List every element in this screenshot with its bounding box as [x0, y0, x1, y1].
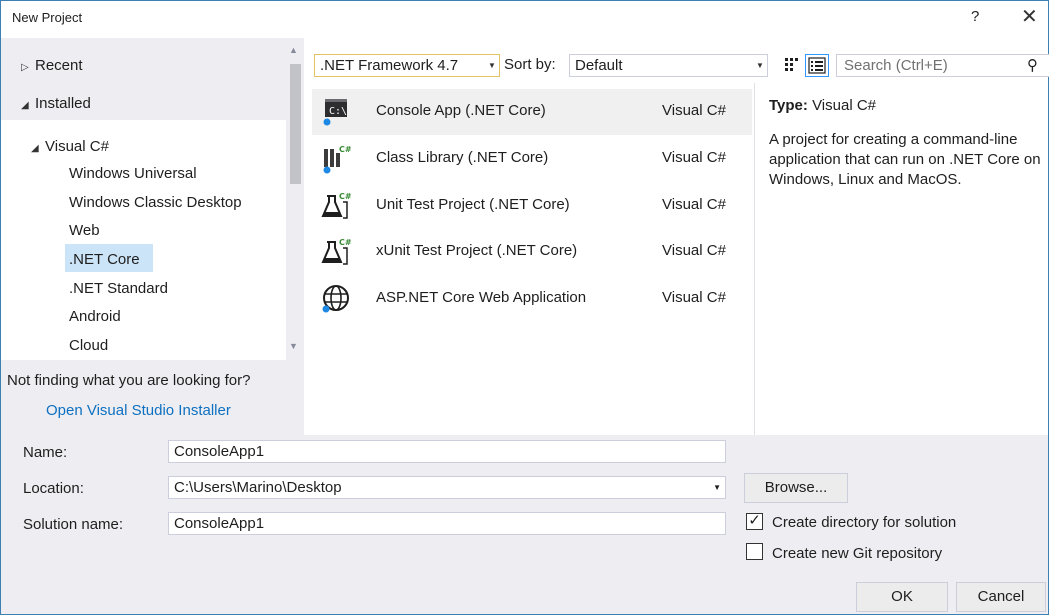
sort-dropdown[interactable]: Default ▼ — [569, 54, 768, 77]
tree-item-net-standard[interactable]: .NET Standard — [69, 280, 168, 297]
tree-white-area — [1, 120, 286, 360]
search-input[interactable]: Search (Ctrl+E) ⚲ — [836, 54, 1049, 77]
search-placeholder: Search (Ctrl+E) — [844, 57, 948, 74]
solution-name-label: Solution name: — [23, 516, 124, 533]
template-language: Visual C# — [662, 196, 726, 213]
framework-value: .NET Framework 4.7 — [320, 57, 459, 74]
browse-button[interactable]: Browse... — [744, 473, 848, 503]
svg-text:C#: C# — [339, 192, 351, 201]
create-git-checkbox[interactable] — [746, 543, 763, 560]
description-type: Type: Visual C# — [769, 97, 876, 114]
sort-value: Default — [575, 57, 623, 74]
list-view-icon[interactable] — [805, 54, 829, 77]
tree-node-installed[interactable]: ◢ Installed — [21, 95, 91, 112]
help-button[interactable]: ? — [971, 8, 979, 25]
not-finding-text: Not finding what you are looking for? — [7, 372, 251, 389]
xunit-test-icon: C# — [321, 236, 352, 268]
chevron-down-icon: ◢ — [21, 100, 29, 111]
tree-item-web[interactable]: Web — [69, 222, 100, 239]
class-library-icon: C# — [321, 143, 352, 175]
template-name: xUnit Test Project (.NET Core) — [376, 242, 578, 259]
template-language: Visual C# — [662, 289, 726, 306]
chevron-down-icon: ◢ — [31, 143, 39, 154]
location-label: Location: — [23, 480, 84, 497]
dropdown-arrow-icon[interactable]: ▼ — [713, 479, 721, 496]
create-git-label: Create new Git repository — [772, 545, 943, 562]
window-title: New Project — [12, 10, 83, 25]
project-form: Name: ConsoleApp1 Location: C:\Users\Mar… — [1, 435, 1048, 614]
close-button[interactable]: ✕ — [1021, 4, 1038, 29]
template-name: ASP.NET Core Web Application — [376, 289, 587, 306]
location-field[interactable]: C:\Users\Marino\Desktop ▼ — [168, 476, 726, 499]
tree-item-android[interactable]: Android — [69, 308, 121, 325]
name-value: ConsoleApp1 — [174, 443, 265, 460]
location-value: C:\Users\Marino\Desktop — [174, 479, 342, 496]
template-row-aspnet-core[interactable]: ASP.NET Core Web Application Visual C# — [312, 276, 752, 322]
tree-item-windows-classic-desktop[interactable]: Windows Classic Desktop — [69, 194, 242, 211]
tree-item-cloud[interactable]: Cloud — [69, 337, 108, 354]
template-list: C:\ Console App (.NET Core) Visual C# C#… — [312, 83, 755, 435]
type-value: Visual C# — [812, 97, 877, 114]
tree-node-recent[interactable]: ▷ Recent — [21, 57, 83, 74]
title-bar: New Project ? ✕ — [1, 1, 1048, 38]
template-language: Visual C# — [662, 102, 726, 119]
globe-icon — [321, 283, 351, 315]
unit-test-icon: C# — [321, 190, 352, 222]
template-name: Unit Test Project (.NET Core) — [376, 196, 570, 213]
solution-name-field[interactable]: ConsoleApp1 — [168, 512, 726, 535]
dropdown-arrow-icon: ▼ — [756, 61, 764, 70]
svg-text:C:\: C:\ — [329, 106, 347, 117]
template-name: Class Library (.NET Core) — [376, 149, 549, 166]
tree-item-windows-universal[interactable]: Windows Universal — [69, 165, 197, 182]
console-app-icon: C:\ — [321, 96, 351, 128]
cancel-button[interactable]: Cancel — [956, 582, 1046, 612]
svg-text:C#: C# — [339, 145, 351, 154]
template-row-class-library[interactable]: C# Class Library (.NET Core) Visual C# — [312, 136, 752, 182]
solution-name-value: ConsoleApp1 — [174, 515, 265, 532]
name-field[interactable]: ConsoleApp1 — [168, 440, 726, 463]
ok-button[interactable]: OK — [856, 582, 948, 612]
dropdown-arrow-icon: ▼ — [488, 61, 496, 70]
open-installer-link[interactable]: Open Visual Studio Installer — [46, 402, 231, 419]
grid-view-icon[interactable] — [781, 54, 803, 76]
template-row-unit-test[interactable]: C# Unit Test Project (.NET Core) Visual … — [312, 183, 752, 229]
tree-node-visual-csharp[interactable]: ◢ Visual C# — [31, 138, 109, 155]
create-directory-checkbox[interactable]: ✓ — [746, 513, 763, 530]
create-directory-label: Create directory for solution — [772, 514, 957, 531]
template-language: Visual C# — [662, 149, 726, 166]
scroll-up-icon[interactable]: ▲ — [289, 45, 298, 55]
template-row-console-app[interactable]: C:\ Console App (.NET Core) Visual C# — [312, 89, 752, 135]
chevron-right-icon: ▷ — [21, 62, 29, 73]
description-text: A project for creating a command-line ap… — [769, 131, 1041, 188]
tree-item-net-core[interactable]: .NET Core — [69, 251, 140, 268]
scroll-down-icon[interactable]: ▼ — [289, 341, 298, 351]
svg-text:C#: C# — [339, 238, 351, 247]
type-label: Type: — [769, 97, 808, 114]
search-icon[interactable]: ⚲ — [1027, 56, 1038, 74]
template-name: Console App (.NET Core) — [376, 102, 546, 119]
template-language: Visual C# — [662, 242, 726, 259]
name-label: Name: — [23, 444, 68, 461]
tree-scrollbar-thumb[interactable] — [290, 64, 301, 184]
framework-dropdown[interactable]: .NET Framework 4.7 ▼ — [314, 54, 500, 77]
template-row-xunit-test[interactable]: C# xUnit Test Project (.NET Core) Visual… — [312, 229, 752, 275]
new-project-dialog: New Project ? ✕ ▷ Recent ◢ Installed ◢ Visu… — [0, 0, 1049, 615]
sort-by-label: Sort by: — [504, 56, 556, 73]
